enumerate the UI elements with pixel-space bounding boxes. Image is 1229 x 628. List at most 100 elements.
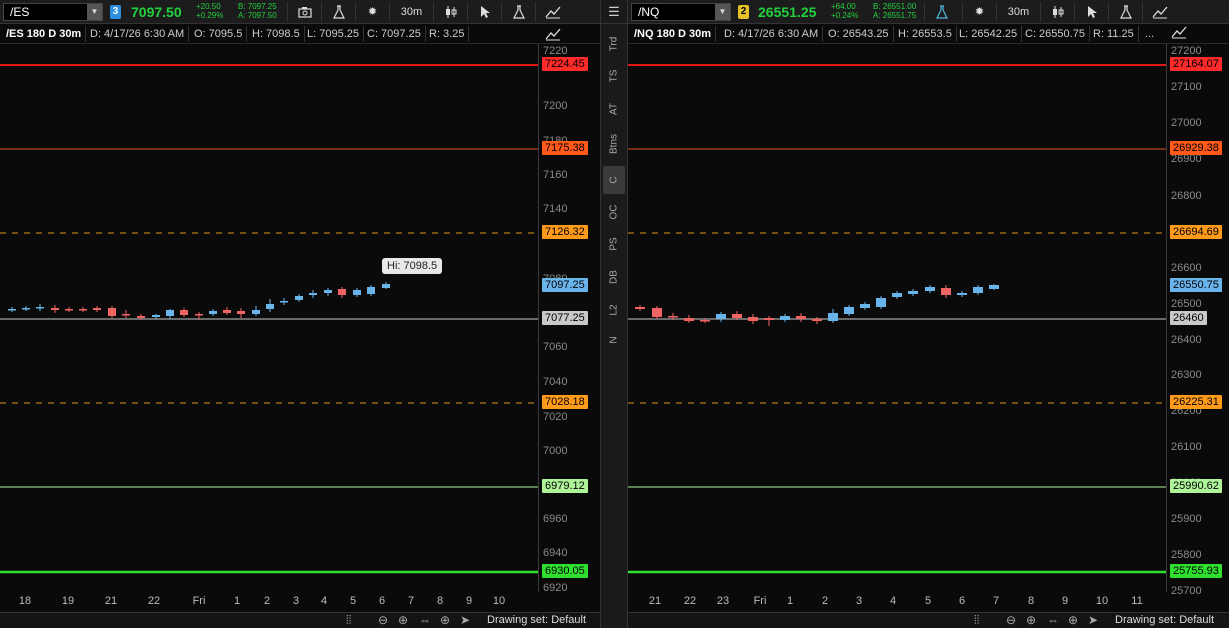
es-price-chart[interactable] bbox=[0, 44, 538, 592]
nq-link-badge[interactable]: 2 bbox=[738, 5, 749, 19]
es-link-badge[interactable]: 3 bbox=[110, 5, 121, 19]
es-drawing-set[interactable]: Drawing set: Default bbox=[487, 614, 586, 626]
nq-price-level-tag: 26550.75 bbox=[1170, 278, 1222, 292]
nq-price-axis[interactable]: 2720027100270002690026800267002660026500… bbox=[1166, 44, 1229, 597]
candle-body bbox=[382, 284, 390, 288]
studies-flask-icon[interactable] bbox=[501, 2, 535, 22]
timeframe-button[interactable]: 30m bbox=[996, 2, 1040, 22]
es-price-tick: 7160 bbox=[543, 169, 568, 181]
camera-icon[interactable] bbox=[287, 2, 321, 22]
es-price-level-tag: 7126.32 bbox=[542, 225, 588, 239]
nq-price-tick: 26300 bbox=[1171, 369, 1202, 381]
drawing-icon[interactable] bbox=[535, 2, 569, 22]
nq-price-tick: 26400 bbox=[1171, 334, 1202, 346]
pan-icon[interactable]: ⇔ bbox=[419, 613, 431, 627]
candle-body bbox=[195, 314, 203, 316]
es-price-tick: 7040 bbox=[543, 376, 568, 388]
cursor-icon[interactable] bbox=[467, 2, 501, 22]
nq-price-level-tag: 26929.38 bbox=[1170, 141, 1222, 155]
es-time-tick: 9 bbox=[465, 595, 473, 607]
nq-symbol-input[interactable]: /NQ ▼ bbox=[631, 3, 731, 21]
dropdown-icon[interactable]: ▼ bbox=[87, 4, 102, 20]
es-symbol-input[interactable]: /ES ▼ bbox=[3, 3, 103, 21]
nq-ask: A: 26551.75 bbox=[873, 11, 917, 20]
es-change-stack: +20.50 +0.29% bbox=[196, 2, 223, 20]
zoom-out-icon[interactable]: ⊖ bbox=[1006, 613, 1016, 627]
nq-price-tick: 26600 bbox=[1171, 262, 1202, 274]
menu-icon[interactable]: ☰ bbox=[601, 0, 627, 24]
zoom-out-icon[interactable]: ⊖ bbox=[378, 613, 388, 627]
es-price-tick: 7020 bbox=[543, 411, 568, 423]
rail-tab-trd[interactable]: Trd bbox=[603, 30, 625, 58]
crosshair-icon[interactable]: ⊕ bbox=[1068, 613, 1078, 627]
nq-candles bbox=[635, 284, 999, 326]
es-time-tick: 6 bbox=[378, 595, 386, 607]
timeframe-button[interactable]: 30m bbox=[389, 2, 433, 22]
gear-icon[interactable]: ✹ bbox=[962, 2, 996, 22]
rail-tab-oc[interactable]: OC bbox=[603, 198, 625, 226]
candle-body bbox=[8, 309, 16, 311]
cursor-icon[interactable]: ➤ bbox=[1088, 613, 1098, 627]
cursor-icon[interactable] bbox=[1074, 2, 1108, 22]
es-bar-date: D: 4/17/26 6:30 AM bbox=[86, 26, 190, 42]
es-price-tick: 7060 bbox=[543, 341, 568, 353]
gear-icon[interactable]: ✹ bbox=[355, 2, 389, 22]
candle-body bbox=[732, 314, 742, 318]
es-last-price: 7097.50 bbox=[131, 4, 182, 20]
es-bar-high: H: 7098.5 bbox=[248, 26, 305, 42]
candles-icon[interactable] bbox=[433, 2, 467, 22]
candles-icon[interactable] bbox=[1040, 2, 1074, 22]
rail-tab-n[interactable]: N bbox=[603, 326, 625, 354]
candle-body bbox=[989, 285, 999, 289]
es-status-bar: ⦙⦙ ⊖ ⊕ ⇔ ⊕ ➤ Drawing set: Default bbox=[0, 612, 600, 628]
nq-drawing-set[interactable]: Drawing set: Default bbox=[1115, 614, 1214, 626]
candle-body bbox=[266, 304, 274, 309]
candle-body bbox=[828, 313, 838, 321]
candle-body bbox=[635, 307, 645, 309]
nq-time-tick: 21 bbox=[648, 595, 662, 607]
rail-tab-ts[interactable]: TS bbox=[603, 62, 625, 90]
candle-body bbox=[122, 314, 130, 316]
nq-price-level-tag: 27164.07 bbox=[1170, 57, 1222, 71]
rail-tab-at[interactable]: AT bbox=[603, 95, 625, 123]
flask-icon[interactable] bbox=[321, 2, 355, 22]
crosshair-icon[interactable]: ⊕ bbox=[440, 613, 450, 627]
es-price-level-tag: 7224.45 bbox=[542, 57, 588, 71]
nq-time-tick: 23 bbox=[716, 595, 730, 607]
nq-bar-range: R: 11.25 bbox=[1089, 26, 1139, 42]
rail-tab-l2[interactable]: L2 bbox=[603, 296, 625, 324]
studies-flask-icon[interactable] bbox=[1108, 2, 1142, 22]
scroll-handle-icon[interactable]: ⦙⦙ bbox=[974, 613, 979, 628]
rail-tab-c[interactable]: C bbox=[603, 166, 625, 194]
es-price-level-tag: 7097.25 bbox=[542, 278, 588, 292]
nq-price-tick: 25900 bbox=[1171, 513, 1202, 525]
zoom-in-icon[interactable]: ⊕ bbox=[398, 613, 408, 627]
candle-body bbox=[892, 293, 902, 297]
es-price-axis[interactable]: 7220720071807160714070807060704070207000… bbox=[538, 44, 600, 594]
cursor-icon[interactable]: ➤ bbox=[460, 613, 470, 627]
nq-price-level-tag: 25990.62 bbox=[1170, 479, 1222, 493]
drawing-icon[interactable] bbox=[1170, 24, 1188, 45]
es-time-tick: 19 bbox=[61, 595, 75, 607]
candle-body bbox=[925, 287, 935, 291]
drawing-icon[interactable] bbox=[1142, 2, 1176, 22]
pan-icon[interactable]: ⇔ bbox=[1047, 613, 1059, 627]
nq-more[interactable]: ... bbox=[1141, 26, 1158, 42]
flask-icon[interactable] bbox=[924, 2, 958, 22]
candle-body bbox=[152, 315, 160, 317]
dropdown-icon[interactable]: ▼ bbox=[715, 4, 730, 20]
rail-tab-ps[interactable]: PS bbox=[603, 230, 625, 258]
nq-time-tick: 6 bbox=[958, 595, 966, 607]
nq-time-tick: 7 bbox=[992, 595, 1000, 607]
candle-body bbox=[700, 320, 710, 322]
rail-tab-db[interactable]: DB bbox=[603, 263, 625, 291]
nq-price-level-tag: 26460 bbox=[1170, 311, 1207, 325]
nq-bar-date: D: 4/17/26 6:30 AM bbox=[720, 26, 824, 42]
scroll-handle-icon[interactable]: ⦙⦙ bbox=[346, 613, 351, 628]
candle-body bbox=[780, 316, 790, 320]
nq-pct-change: +0.24% bbox=[831, 11, 859, 20]
zoom-in-icon[interactable]: ⊕ bbox=[1026, 613, 1036, 627]
es-price-tick: 7140 bbox=[543, 203, 568, 215]
nq-price-chart[interactable] bbox=[628, 44, 1166, 592]
rail-tab-btns[interactable]: Btns bbox=[603, 130, 625, 158]
